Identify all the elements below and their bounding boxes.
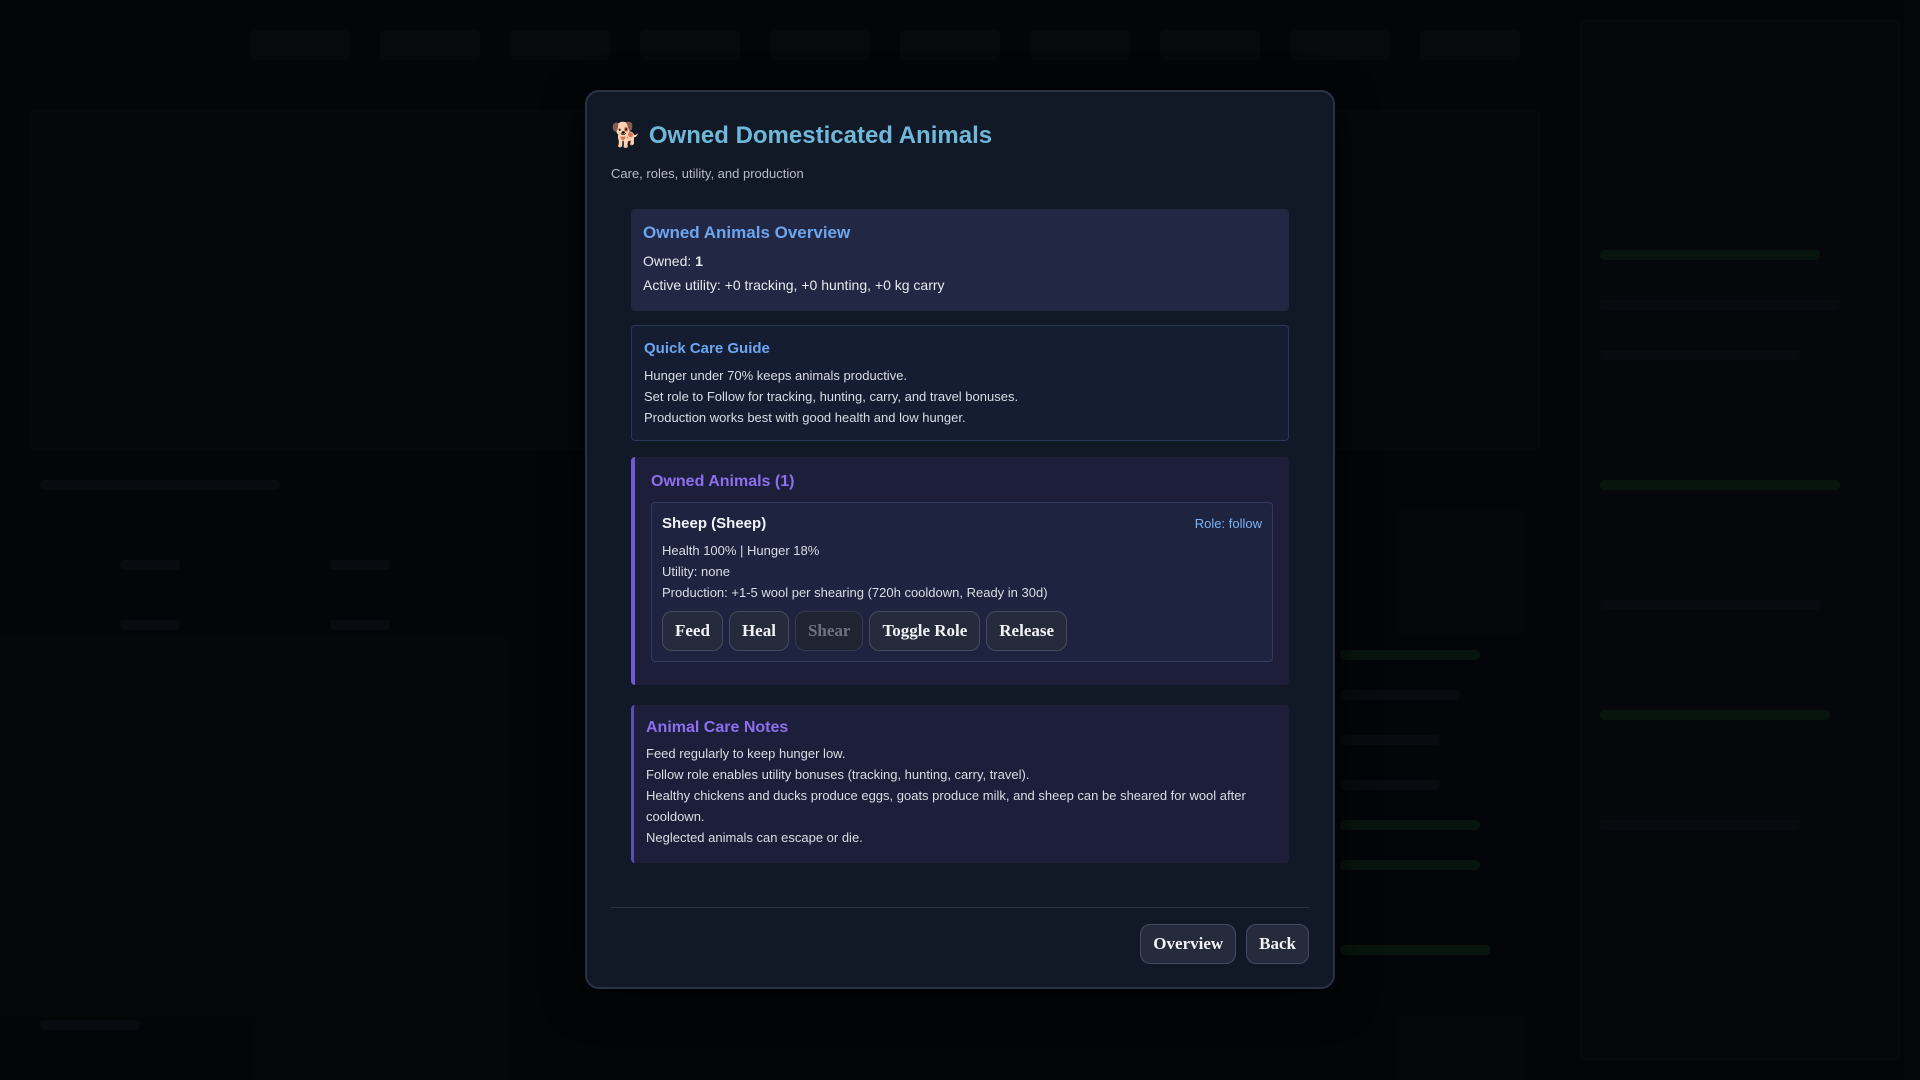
- footer-divider: [611, 907, 1309, 908]
- notes-line: Feed regularly to keep hunger low.: [646, 746, 846, 761]
- overview-button[interactable]: Overview: [1140, 924, 1237, 964]
- guide-line: Set role to Follow for tracking, hunting…: [644, 389, 1019, 404]
- dog-icon: 🐕: [611, 122, 641, 149]
- overview-title: Owned Animals Overview: [643, 223, 851, 242]
- notes-title: Animal Care Notes: [646, 719, 789, 736]
- owned-animals-section: Owned Animals (1) Sheep (Sheep) Role: fo…: [631, 457, 1289, 685]
- modal-footer: Overview Back: [1140, 924, 1309, 964]
- animal-card: Sheep (Sheep) Role: follow Health 100% |…: [651, 502, 1273, 662]
- toggle-role-button[interactable]: Toggle Role: [869, 611, 981, 651]
- animal-role: Role: follow: [1194, 516, 1262, 531]
- animal-utility: Utility: none: [662, 564, 730, 579]
- animal-name: Sheep (Sheep): [662, 515, 767, 532]
- animal-production: Production: +1-5 wool per shearing (720h…: [662, 585, 1048, 600]
- animals-modal: 🐕 Owned Domesticated Animals Care, roles…: [585, 90, 1335, 989]
- modal-header: 🐕 Owned Domesticated Animals: [611, 120, 1309, 152]
- modal-subtitle: Care, roles, utility, and production: [611, 166, 804, 181]
- shear-button[interactable]: Shear: [794, 611, 864, 651]
- notes-line: Follow role enables utility bonuses (tra…: [646, 767, 1030, 782]
- guide-line: Hunger under 70% keeps animals productiv…: [644, 368, 908, 383]
- animal-care-notes: Animal Care Notes Feed regularly to keep…: [631, 705, 1289, 863]
- owned-count-value: 1: [695, 253, 703, 269]
- modal-title: Owned Domesticated Animals: [648, 122, 993, 149]
- guide-line: Production works best with good health a…: [644, 410, 966, 425]
- owned-count: Owned: 1: [643, 253, 703, 269]
- overview-card: Owned Animals Overview Owned: 1 Active u…: [631, 209, 1289, 311]
- guide-title: Quick Care Guide: [644, 340, 770, 357]
- owned-animals-title: Owned Animals (1): [651, 473, 795, 490]
- quick-care-guide: Quick Care Guide Hunger under 70% keeps …: [631, 325, 1289, 441]
- heal-button[interactable]: Heal: [728, 611, 789, 651]
- back-button[interactable]: Back: [1246, 924, 1309, 964]
- feed-button[interactable]: Feed: [662, 611, 723, 651]
- animal-actions: Feed Heal Shear Toggle Role Release: [662, 611, 1262, 651]
- notes-line: Neglected animals can escape or die.: [646, 830, 863, 845]
- release-button[interactable]: Release: [986, 611, 1068, 651]
- notes-line: Healthy chickens and ducks produce eggs,…: [646, 788, 1246, 824]
- active-utility: Active utility: +0 tracking, +0 hunting,…: [643, 277, 945, 293]
- animal-stats: Health 100% | Hunger 18%: [662, 543, 820, 558]
